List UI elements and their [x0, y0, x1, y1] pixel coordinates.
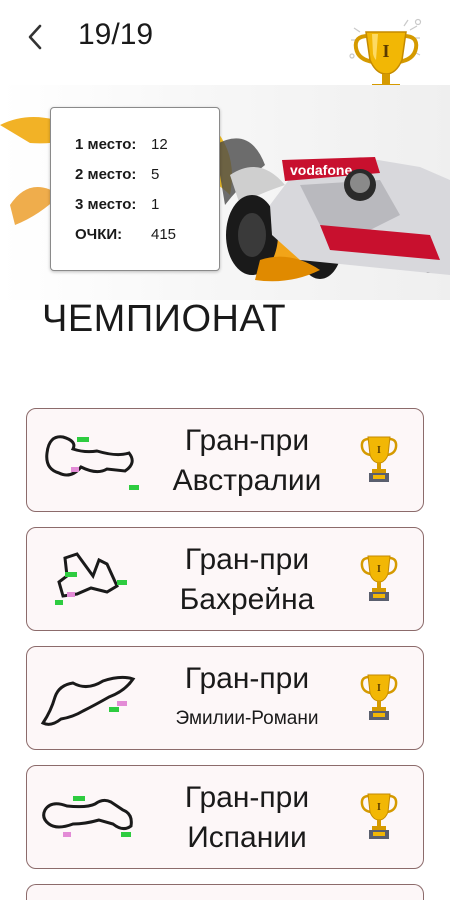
stat-points: ОЧКИ: 415	[75, 226, 177, 243]
back-button[interactable]	[20, 20, 50, 54]
track-map-icon	[42, 796, 133, 837]
race-card-australia[interactable]: Гран-при Австралии I	[26, 408, 424, 512]
top-bar: 19/19 I	[0, 0, 450, 106]
level-counter: 19/19	[78, 18, 154, 51]
svg-text:I: I	[377, 564, 381, 575]
svg-text:I: I	[382, 41, 389, 61]
race-card-emilia-romagna[interactable]: Гран-при Эмилии-Романи I	[26, 646, 424, 750]
stat-third-place: 3 место: 1	[75, 196, 160, 213]
chevron-left-icon	[28, 24, 42, 50]
track-map-icon	[55, 552, 127, 605]
stat-second-place: 2 место: 5	[75, 166, 160, 183]
race-card-bahrain[interactable]: Гран-при Бахрейна I	[26, 527, 424, 631]
svg-text:I: I	[377, 802, 381, 813]
page-title: ЧЕМПИОНАТ	[42, 298, 287, 340]
race-card-spain[interactable]: Гран-при Испании I	[26, 765, 424, 869]
stat-first-place: 1 место: 12	[75, 136, 168, 153]
track-map-icon	[40, 675, 136, 726]
svg-text:I: I	[377, 683, 381, 694]
race-title: Гран-при Бахрейна	[179, 543, 315, 616]
trophy-icon: I	[360, 555, 398, 601]
svg-text:I: I	[377, 445, 381, 456]
stats-panel: 1 место: 12 2 место: 5 3 место: 1 ОЧКИ: 415	[50, 107, 220, 271]
race-title: Гран-при Эмилии-Романи	[175, 662, 319, 729]
trophy-icon: I	[360, 674, 398, 720]
trophy-icon: I	[360, 793, 398, 839]
trophy-icon: I	[360, 436, 398, 482]
race-card-next-partial[interactable]	[26, 884, 424, 900]
race-title: Гран-при Австралии	[172, 424, 322, 497]
svg-text:vodafone: vodafone	[290, 162, 352, 178]
track-map-icon	[45, 435, 139, 490]
race-title: Гран-при Испании	[184, 781, 310, 854]
